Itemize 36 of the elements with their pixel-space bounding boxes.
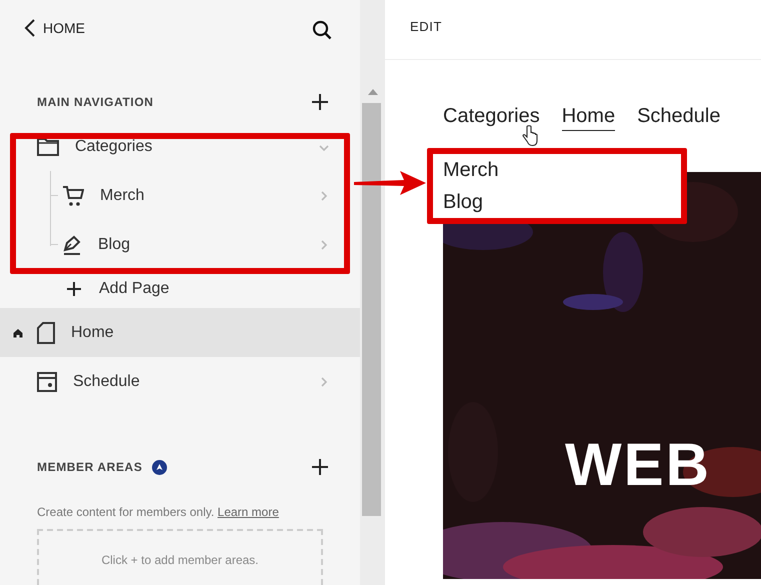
arrow-up-icon [152,460,168,474]
dropdown-item[interactable]: Blog [443,186,681,218]
hand-cursor-icon [522,125,538,147]
chevron-left-icon [24,18,36,36]
folder-icon [37,138,59,156]
cart-icon [62,184,84,206]
nav-item-label: Blog [98,236,132,254]
nav-item-label: Categories [75,138,154,156]
nav-item-label: Schedule [73,372,141,390]
search-icon[interactable] [312,20,332,40]
learn-more-link[interactable]: Learn more [218,505,279,519]
pen-icon [62,234,82,256]
back-link[interactable]: HOME [24,18,85,36]
scrollbar[interactable] [360,0,385,585]
edit-button[interactable]: EDIT [410,19,442,34]
hero-heading: WEB [565,430,711,499]
nav-item-label: Home [71,324,115,342]
section-title: MAIN NAVIGATION [37,95,155,109]
section-title: MEMBER AREAS [37,460,142,474]
site-nav-link[interactable]: Home [562,105,616,131]
plus-icon[interactable] [311,93,329,111]
calendar-icon [37,372,57,392]
nav-item-label: Merch [100,186,146,204]
nav-item[interactable]: Categories [0,122,360,171]
site-nav-link[interactable]: Categories [443,105,540,131]
page-icon [37,322,55,344]
nav-item[interactable]: Home [0,308,360,357]
nav-item[interactable]: Merch [0,171,360,220]
add-page-link[interactable]: Add Page [0,269,360,308]
plus-icon[interactable] [311,458,329,476]
nav-item[interactable]: Blog [0,220,360,269]
dropdown-item[interactable]: Merch [443,154,681,186]
plus-icon [66,280,82,296]
nav-item[interactable]: Schedule [0,357,360,406]
description-text: Create content for members only. Learn more [37,505,280,519]
site-nav-link[interactable]: Schedule [637,105,720,131]
